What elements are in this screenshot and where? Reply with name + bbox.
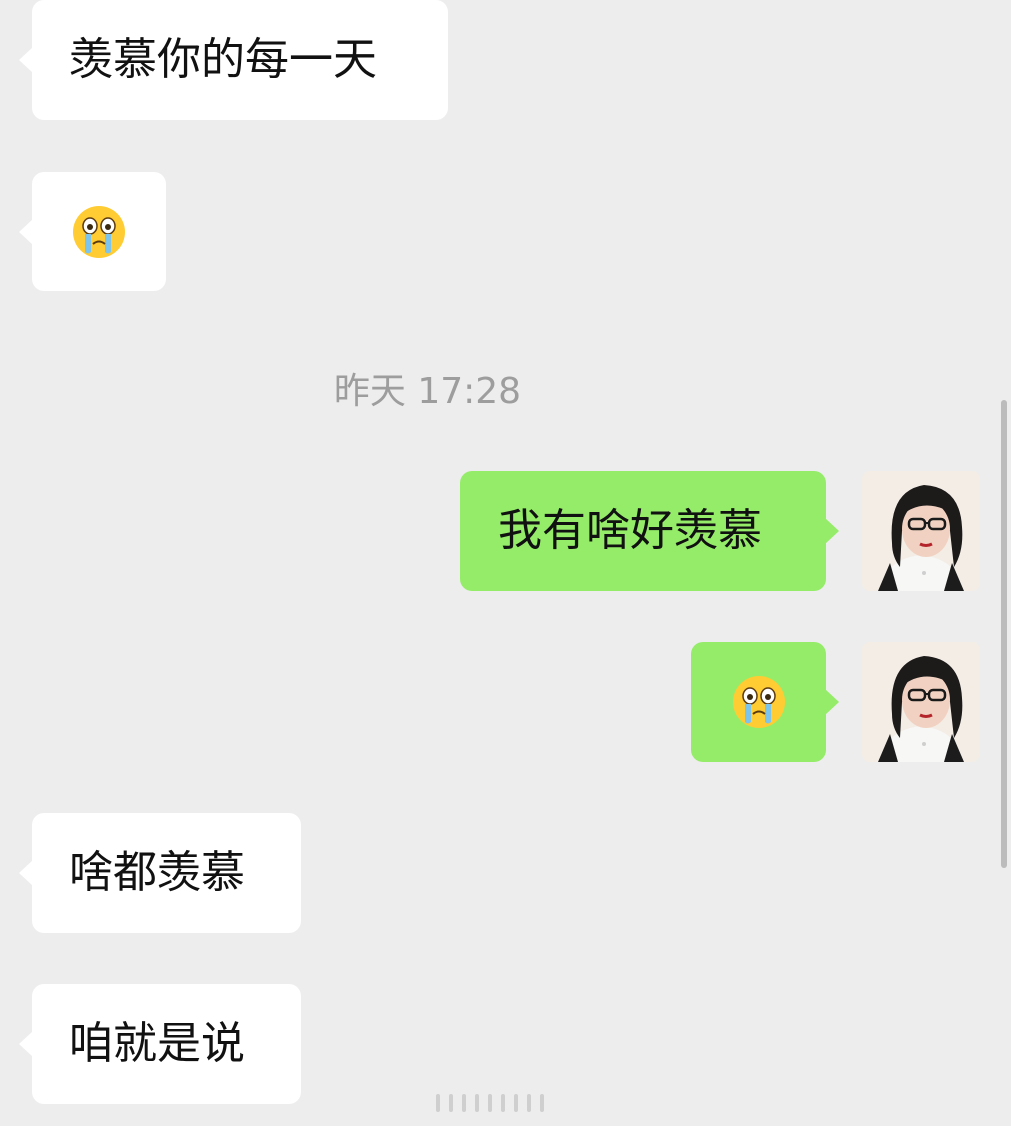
avatar[interactable] <box>862 642 980 762</box>
message-bubble-incoming[interactable]: 羡慕你的每一天 <box>19 0 448 120</box>
crying-face-icon <box>73 205 125 258</box>
message-bubble-incoming[interactable]: 啥都羡慕 <box>19 813 301 933</box>
message-bubble-incoming[interactable]: 咱就是说 <box>19 984 301 1104</box>
message-text: 我有啥好羡慕 <box>498 505 762 556</box>
crying-face-icon <box>732 676 785 728</box>
scrollbar[interactable] <box>1001 400 1007 868</box>
avatar[interactable] <box>862 471 980 591</box>
message-bubble-incoming-emoji[interactable] <box>19 172 166 291</box>
message-bubble-outgoing[interactable]: 我有啥好羡慕 <box>460 471 839 591</box>
message-text: 咱就是说 <box>69 1018 245 1069</box>
home-indicator <box>436 1090 576 1112</box>
avatar-image <box>862 471 980 591</box>
timestamp: 昨天 17:28 <box>333 371 522 412</box>
message-text: 羡慕你的每一天 <box>69 34 377 85</box>
message-bubble-outgoing-emoji[interactable] <box>691 642 839 762</box>
message-text: 啥都羡慕 <box>69 847 245 898</box>
avatar-image <box>862 642 980 762</box>
